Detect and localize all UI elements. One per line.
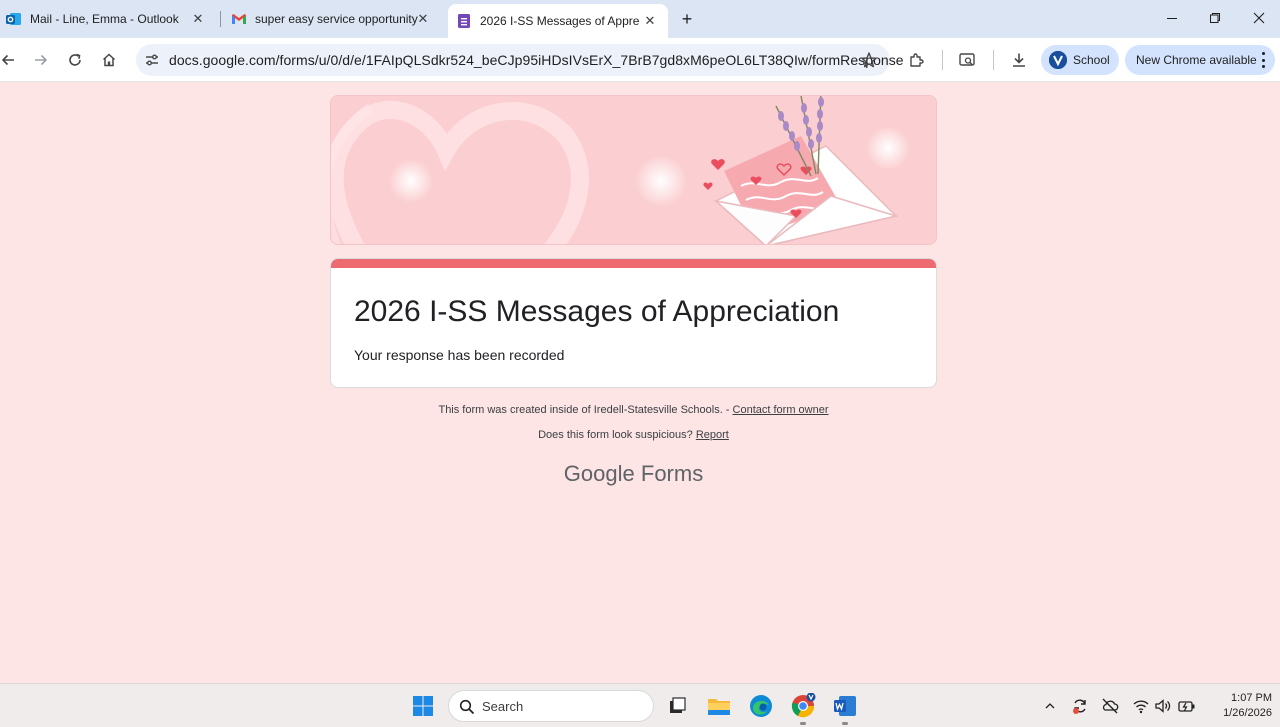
url-text[interactable]: docs.google.com/forms/u/0/d/e/1FAIpQLSdk… [169, 52, 904, 68]
clock-date: 1/26/2026 [1223, 707, 1272, 719]
tab-outlook[interactable]: Mail - Line, Emma - Outlook ✕ [6, 6, 216, 32]
chevron-up-icon[interactable] [1041, 697, 1059, 715]
restore-icon[interactable] [1204, 8, 1226, 30]
google-forms-logo[interactable]: Google Forms [330, 461, 937, 487]
tab-title: 2026 I-SS Messages of Apprecia [480, 14, 640, 28]
clock-time: 1:07 PM [1231, 692, 1272, 704]
chrome-running-indicator [800, 722, 806, 725]
windows-start-icon[interactable] [409, 692, 437, 720]
forward-button[interactable] [29, 48, 53, 72]
chrome-browser-icon[interactable] [789, 692, 817, 720]
search-placeholder: Search [482, 699, 524, 714]
extensions-icon[interactable] [905, 48, 929, 72]
report-footer: Does this form look suspicious? Report [330, 429, 937, 441]
tab-title: super easy service opportunity [255, 12, 418, 26]
downloads-icon[interactable] [1007, 48, 1031, 72]
close-window-icon[interactable] [1248, 8, 1270, 30]
reload-button[interactable] [63, 48, 87, 72]
report-link[interactable]: Report [696, 429, 729, 441]
tab-title: Mail - Line, Emma - Outlook [30, 12, 179, 26]
onedrive-offline-icon[interactable] [1101, 697, 1119, 715]
system-clock[interactable]: 1:07 PM 1/26/2026 [1202, 691, 1272, 721]
minimize-icon[interactable] [1161, 8, 1183, 30]
tab-gmail[interactable]: super easy service opportunity ✕ [231, 6, 441, 32]
volume-icon[interactable] [1154, 697, 1172, 715]
file-explorer-icon[interactable] [705, 692, 733, 720]
toolbar-divider [993, 50, 994, 70]
chrome-update-button[interactable]: New Chrome available [1125, 45, 1275, 75]
suspicious-text: Does this form look suspicious? [538, 429, 696, 441]
envelope-illustration [331, 96, 936, 244]
bookmark-star-icon[interactable] [860, 51, 878, 69]
edge-browser-icon[interactable] [747, 692, 775, 720]
tab-google-forms[interactable]: 2026 I-SS Messages of Apprecia ✕ [448, 4, 668, 38]
more-menu-icon[interactable] [1261, 52, 1265, 68]
close-icon[interactable]: ✕ [642, 13, 658, 29]
tab-search-icon[interactable] [955, 48, 979, 72]
word-icon[interactable] [831, 692, 859, 720]
battery-icon[interactable] [1178, 697, 1196, 715]
footer-text: This form was created inside of Iredell-… [438, 404, 733, 416]
google-forms-icon [456, 13, 472, 29]
outlook-icon [6, 11, 22, 27]
wifi-icon[interactable] [1132, 697, 1150, 715]
site-info-icon[interactable] [144, 52, 160, 68]
profile-button[interactable]: School [1041, 45, 1119, 75]
form-response-card: 2026 I-SS Messages of Appreciation Your … [330, 258, 937, 388]
home-button[interactable] [97, 48, 121, 72]
toolbar-divider [942, 50, 943, 70]
windows-taskbar: Search 1:07 PM 1/26/2026 [0, 683, 1280, 727]
google-wordmark: Google [563, 461, 635, 486]
tab-strip: Mail - Line, Emma - Outlook ✕ super easy… [0, 0, 1280, 38]
contact-form-owner-link[interactable]: Contact form owner [733, 404, 829, 416]
gmail-icon [231, 11, 247, 27]
form-accent-bar [331, 259, 936, 268]
new-tab-button[interactable]: + [676, 8, 698, 30]
form-header-banner [330, 95, 937, 245]
back-button[interactable] [0, 48, 20, 72]
form-title: 2026 I-SS Messages of Appreciation [354, 295, 840, 328]
address-bar[interactable]: docs.google.com/forms/u/0/d/e/1FAIpQLSdk… [136, 44, 904, 76]
sync-icon[interactable] [1071, 697, 1089, 715]
word-running-indicator [842, 722, 848, 725]
profile-label: School [1073, 53, 1110, 67]
update-label: New Chrome available [1136, 53, 1257, 67]
search-icon [459, 699, 475, 715]
confirmation-message: Your response has been recorded [354, 347, 565, 363]
forms-wordmark: Forms [640, 461, 704, 486]
close-icon[interactable]: ✕ [190, 11, 206, 27]
avatar [1049, 51, 1067, 69]
form-owner-footer: This form was created inside of Iredell-… [330, 404, 937, 416]
task-view-icon[interactable] [663, 692, 691, 720]
tab-divider [220, 11, 221, 27]
close-icon[interactable]: ✕ [415, 11, 431, 27]
taskbar-search[interactable]: Search [448, 690, 654, 722]
